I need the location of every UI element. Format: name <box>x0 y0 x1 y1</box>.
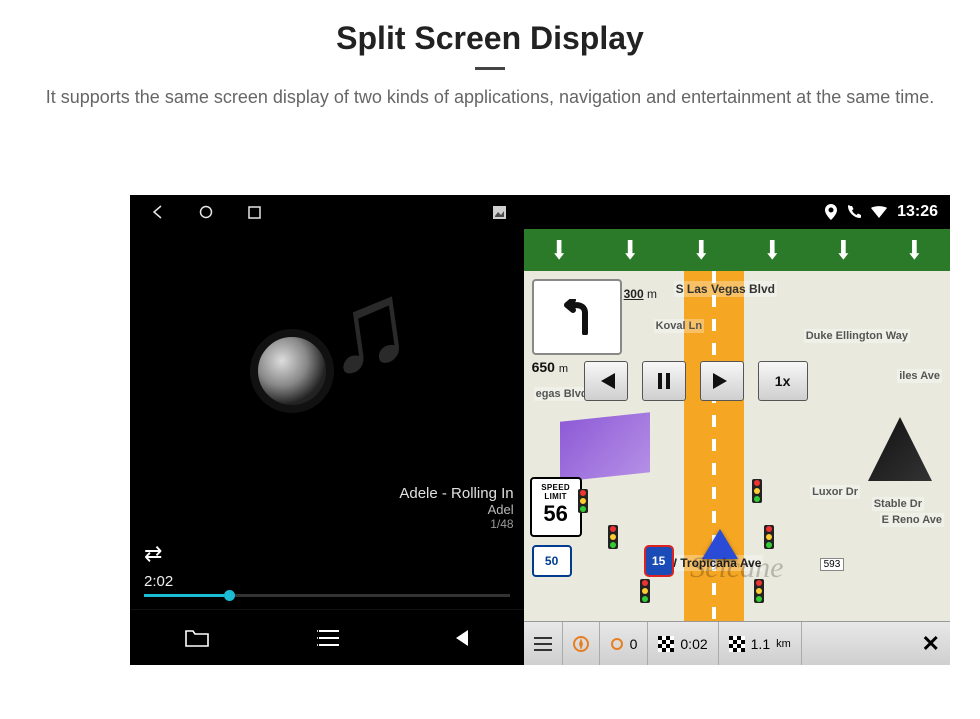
street-label: egas Blvd <box>534 387 590 401</box>
picture-icon <box>492 204 508 220</box>
lane-arrow-icon: ⬇ <box>835 234 852 267</box>
page-title: Split Screen Display <box>40 20 940 57</box>
street-label: S Las Vegas Blvd <box>674 281 777 297</box>
sim-prev-button[interactable] <box>584 361 628 401</box>
speed-limit-sign: SPEED LIMIT 56 <box>530 477 582 537</box>
album-lens <box>250 329 334 413</box>
lane-arrow-icon: ⬇ <box>551 234 568 267</box>
playlist-icon[interactable] <box>317 628 341 648</box>
folder-icon[interactable] <box>184 627 210 649</box>
music-pane: ♫ Adele - Rolling In Adel 1/48 ⇄ 2:02 <box>130 195 524 665</box>
page-subtitle: It supports the same screen display of t… <box>40 84 940 111</box>
lane-guidance: ⬇ ⬇ ⬇ ⬇ ⬇ ⬇ <box>524 229 950 271</box>
maneuver-card <box>532 279 622 355</box>
progress-bar[interactable] <box>144 594 510 597</box>
sat-count: 0 <box>630 636 638 652</box>
music-bottom-bar <box>130 609 524 665</box>
traffic-light-icon <box>752 479 762 503</box>
back-icon[interactable] <box>150 204 166 220</box>
marker-tag: 593 <box>820 558 845 571</box>
map-canvas[interactable]: ⬇ ⬇ ⬇ ⬇ ⬇ ⬇ S Las Vegas Blvd Koval Ln Du… <box>524 229 950 621</box>
track-title: Adele - Rolling In <box>130 485 514 502</box>
speed-limit-value: 56 <box>532 501 580 527</box>
interstate-shield: 15 <box>644 545 674 577</box>
next-maneuver-distance: 300 m <box>624 287 657 301</box>
street-label: E Reno Ave <box>880 513 944 527</box>
previous-icon[interactable] <box>448 627 470 649</box>
lane-arrow-icon: ⬇ <box>906 234 923 267</box>
footer-eta[interactable]: 0:02 <box>648 622 718 665</box>
street-label: Duke Ellington Way <box>804 329 910 343</box>
sim-media-controls: 1x <box>584 361 808 401</box>
nav-footer: 0 0:02 1.1 km ✕ <box>524 621 950 665</box>
dest-dist: 1.1 <box>751 636 770 652</box>
flag-icon <box>658 636 674 652</box>
close-button[interactable]: ✕ <box>912 622 950 665</box>
track-index: 1/48 <box>130 517 514 531</box>
traffic-light-icon <box>608 525 618 549</box>
turn-left-icon <box>557 299 597 335</box>
street-label: Luxor Dr <box>810 485 860 499</box>
speed-limit-label: SPEED LIMIT <box>532 483 580 501</box>
device-screen: ♫ Adele - Rolling In Adel 1/48 ⇄ 2:02 <box>130 195 950 665</box>
eta-value: 0:02 <box>680 636 707 652</box>
sim-speed-button[interactable]: 1x <box>758 361 808 401</box>
lane-arrow-icon: ⬇ <box>622 234 639 267</box>
track-meta: Adele - Rolling In Adel 1/48 <box>130 485 524 531</box>
sim-next-button[interactable] <box>700 361 744 401</box>
traffic-light-icon <box>640 579 650 603</box>
recents-icon[interactable] <box>246 204 262 220</box>
footer-distance[interactable]: 1.1 km <box>719 622 802 665</box>
flag-icon <box>729 636 745 652</box>
track-artist: Adel <box>130 502 514 517</box>
street-label: Koval Ln <box>654 319 704 333</box>
progress-knob[interactable] <box>224 590 235 601</box>
elapsed-time: 2:02 <box>144 573 173 590</box>
title-underline <box>475 67 505 70</box>
lane-arrow-icon: ⬇ <box>764 234 781 267</box>
traffic-light-icon <box>754 579 764 603</box>
building-3d <box>560 412 650 481</box>
approach-distance: 650 m <box>532 359 568 375</box>
navigation-pane: 13:26 ⬇ ⬇ ⬇ ⬇ ⬇ ⬇ S Las Vegas Blvd Koval… <box>524 195 950 665</box>
location-icon <box>825 204 837 220</box>
home-icon[interactable] <box>198 204 214 220</box>
building-3d <box>868 417 932 481</box>
android-navbar <box>130 195 524 229</box>
shuffle-icon[interactable]: ⇄ <box>144 541 162 567</box>
sim-pause-button[interactable] <box>642 361 686 401</box>
street-label: iles Ave <box>897 369 942 383</box>
dest-unit: km <box>776 638 791 650</box>
album-art: ♫ <box>130 229 524 485</box>
phone-icon <box>847 205 861 219</box>
footer-compass[interactable] <box>563 622 600 665</box>
street-label: Stable Dr <box>872 497 924 511</box>
vehicle-heading-icon <box>702 529 738 559</box>
footer-satellites[interactable]: 0 <box>600 622 649 665</box>
lane-arrow-icon: ⬇ <box>693 234 710 267</box>
footer-menu-button[interactable] <box>524 622 563 665</box>
route-shield: 50 <box>532 545 572 577</box>
status-bar: 13:26 <box>524 195 950 229</box>
wifi-icon <box>871 206 887 218</box>
traffic-light-icon <box>578 489 588 513</box>
clock-time: 13:26 <box>897 203 938 221</box>
traffic-light-icon <box>764 525 774 549</box>
